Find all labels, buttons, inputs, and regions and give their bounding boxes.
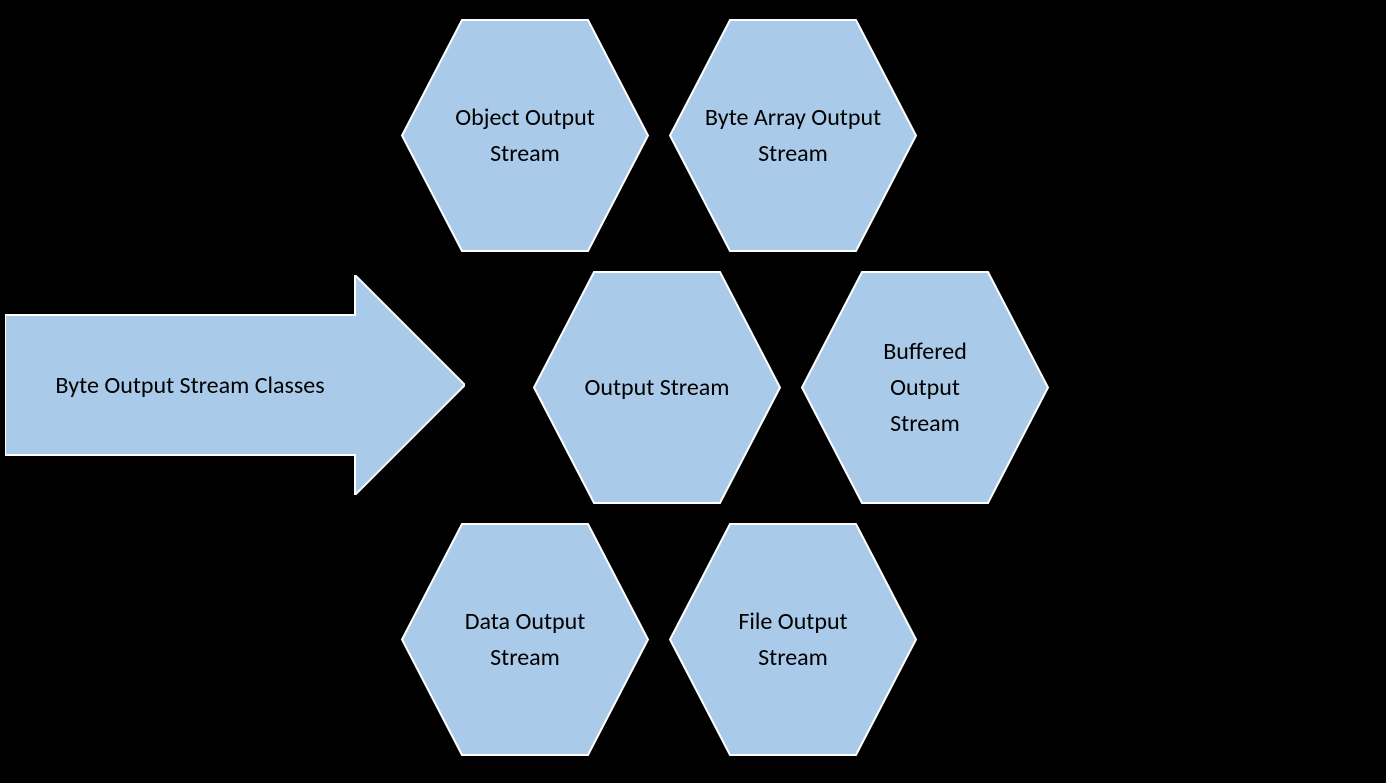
hexagon-data-output-stream: Data OutputStream bbox=[400, 522, 650, 757]
hexagon-label: Byte Array OutputStream bbox=[675, 100, 911, 172]
hexagon-file-output-stream: File OutputStream bbox=[668, 522, 918, 757]
hexagon-label: File OutputStream bbox=[708, 604, 877, 676]
arrow-callout: Byte Output Stream Classes bbox=[5, 275, 465, 495]
hexagon-label: Data OutputStream bbox=[435, 604, 616, 676]
hexagon-label: BufferedOutputStream bbox=[853, 334, 997, 442]
arrow-label: Byte Output Stream Classes bbox=[25, 275, 355, 495]
hexagon-output-stream: Output Stream bbox=[532, 270, 782, 505]
hexagon-label: Output Stream bbox=[555, 370, 760, 406]
hexagon-byte-array-output-stream: Byte Array OutputStream bbox=[668, 18, 918, 253]
hexagon-object-output-stream: Object Output Stream bbox=[400, 18, 650, 253]
hexagon-buffered-output-stream: BufferedOutputStream bbox=[800, 270, 1050, 505]
hexagon-label: Object Output Stream bbox=[400, 100, 650, 172]
